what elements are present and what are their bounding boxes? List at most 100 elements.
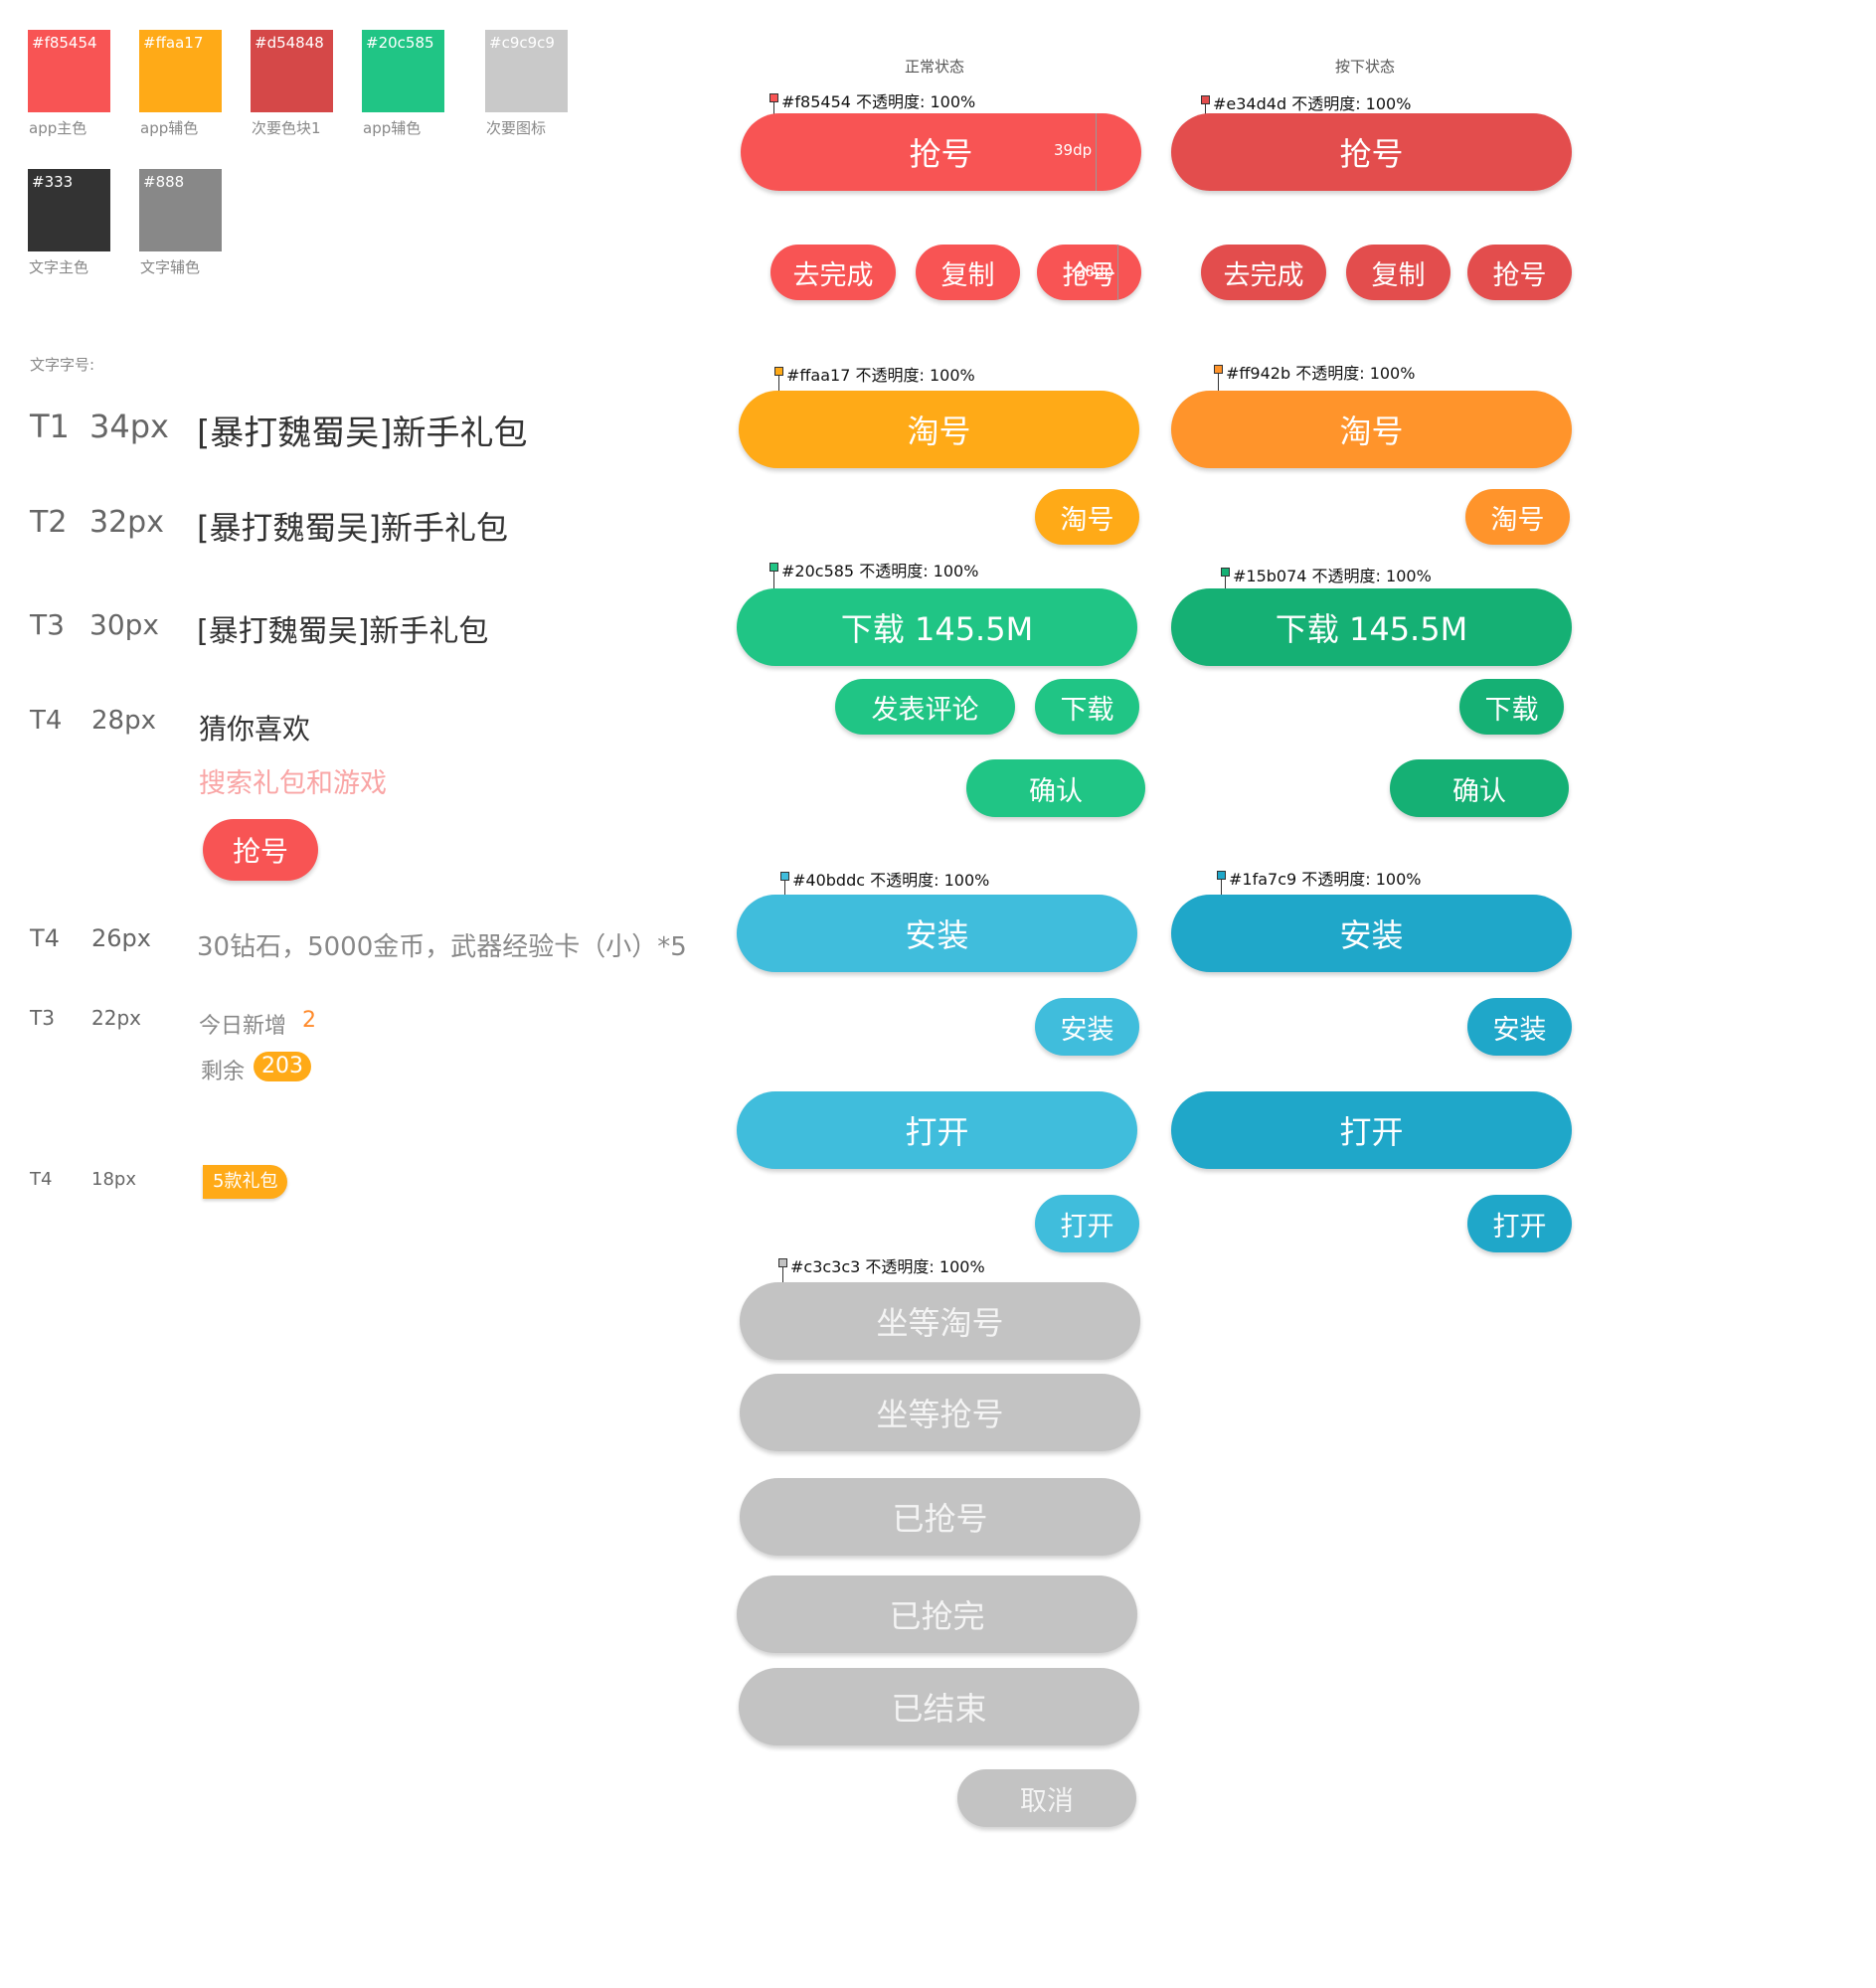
t3b-level: T3 <box>30 1006 55 1030</box>
grab-button-pressed[interactable]: 抢号 <box>1171 113 1572 191</box>
t4-size: 28px <box>91 706 156 736</box>
swatch-caption: app主色 <box>29 119 87 137</box>
open-button-pressed[interactable]: 打开 <box>1171 1091 1572 1169</box>
height-measure <box>1096 113 1097 191</box>
download-size-button[interactable]: 下载 145.5M <box>737 588 1137 666</box>
download-button-pressed[interactable]: 下载 <box>1459 679 1564 735</box>
reward-text: 30钻石，5000金币，武器经验卡（小）*5 <box>197 932 687 962</box>
copy-button-pressed[interactable]: 复制 <box>1346 245 1450 300</box>
t2-sample: [暴打魏蜀吴]新手礼包 <box>197 509 508 547</box>
t4c-level: T4 <box>30 1169 53 1190</box>
comment-button[interactable]: 发表评论 <box>835 679 1015 735</box>
copy-button[interactable]: 复制 <box>916 245 1020 300</box>
install-small-button-pressed[interactable]: 安装 <box>1467 998 1572 1056</box>
swatch-caption: 次要色块1 <box>252 119 321 137</box>
height-label: 28dp <box>1076 262 1114 280</box>
today-new-label: 今日新增 <box>199 1014 287 1039</box>
go-finish-button[interactable]: 去完成 <box>770 245 896 300</box>
open-small-button[interactable]: 打开 <box>1035 1195 1139 1252</box>
color-pin-icon <box>1214 365 1223 374</box>
green-pressed-annotation: #15b074 不透明度: 100% <box>1233 567 1432 585</box>
swatch-hex: #f85454 <box>32 34 97 52</box>
grab-small-button-pressed[interactable]: 抢号 <box>1467 245 1572 300</box>
t2-size: 32px <box>89 505 164 540</box>
t4b-level: T4 <box>30 924 60 952</box>
color-pin-icon <box>769 93 778 102</box>
sold-out-button[interactable]: 已抢完 <box>737 1575 1137 1653</box>
swatch-hex: #888 <box>143 173 185 191</box>
wait-grab-button[interactable]: 坐等抢号 <box>740 1374 1140 1451</box>
orange-pressed-annotation: #ff942b 不透明度: 100% <box>1226 364 1416 383</box>
install-button-pressed[interactable]: 安装 <box>1171 895 1572 972</box>
confirm-button[interactable]: 确认 <box>966 759 1145 817</box>
swatch-secondary: #ffaa17 app辅色 <box>139 30 222 137</box>
color-pin-icon <box>780 872 789 881</box>
t1-sample: [暴打魏蜀吴]新手礼包 <box>197 414 528 453</box>
open-button[interactable]: 打开 <box>737 1091 1137 1169</box>
swatch-icon-gray: #c9c9c9 次要图标 <box>485 30 568 137</box>
red-annotation: #f85454 不透明度: 100% <box>781 92 976 111</box>
t3-sample: [暴打魏蜀吴]新手礼包 <box>197 614 489 649</box>
download-size-button-pressed[interactable]: 下载 145.5M <box>1171 588 1572 666</box>
blue-annotation: #40bddc 不透明度: 100% <box>792 871 990 890</box>
open-small-button-pressed[interactable]: 打开 <box>1467 1195 1572 1252</box>
gift-count-badge: 5款礼包 <box>203 1165 288 1199</box>
swatch-hex: #333 <box>32 173 74 191</box>
swatch-hex: #ffaa17 <box>143 34 204 52</box>
red-pressed-annotation: #e34d4d 不透明度: 100% <box>1213 94 1412 113</box>
color-pin-icon <box>774 367 783 376</box>
cancel-button[interactable]: 取消 <box>957 1769 1136 1827</box>
swatch-caption: 文字主色 <box>29 258 89 276</box>
typography-heading: 文字字号: <box>30 356 95 374</box>
remain-count-badge: 203 <box>254 1052 311 1081</box>
go-finish-button-pressed[interactable]: 去完成 <box>1201 245 1326 300</box>
ended-button[interactable]: 已结束 <box>739 1668 1139 1745</box>
color-pin-icon <box>1201 95 1210 104</box>
swatch-text-primary: #333 文字主色 <box>28 169 110 276</box>
t3b-size: 22px <box>91 1006 141 1030</box>
swatch-hex: #d54848 <box>255 34 324 52</box>
swatch-text-secondary: #888 文字辅色 <box>139 169 222 276</box>
t2-level: T2 <box>30 505 68 540</box>
height-measure <box>1117 245 1118 300</box>
swatch-caption: 次要图标 <box>486 119 547 137</box>
tao-button-pressed[interactable]: 淘号 <box>1171 391 1572 468</box>
install-small-button[interactable]: 安装 <box>1035 998 1139 1056</box>
swatch-hex: #20c585 <box>366 34 434 52</box>
grab-button-sample[interactable]: 抢号 <box>203 819 318 881</box>
remain-label: 剩余 <box>201 1060 246 1084</box>
color-pin-icon <box>1217 871 1226 880</box>
swatch-green: #20c585 app辅色 <box>362 30 444 137</box>
swatch-block: #d54848 次要色块1 <box>251 30 333 137</box>
t1-level: T1 <box>30 408 70 445</box>
today-new-count: 2 <box>302 1008 316 1033</box>
swatch-primary: #f85454 app主色 <box>28 30 110 137</box>
t3-size: 30px <box>89 608 159 641</box>
color-pin-icon <box>778 1258 787 1267</box>
blue-pressed-annotation: #1fa7c9 不透明度: 100% <box>1229 870 1422 889</box>
green-annotation: #20c585 不透明度: 100% <box>781 562 979 580</box>
height-label: 39dp <box>1054 141 1093 159</box>
swatch-hex: #c9c9c9 <box>489 34 555 52</box>
wait-tao-button[interactable]: 坐等淘号 <box>740 1282 1140 1360</box>
t4-sample: 猜你喜欢 <box>199 713 311 746</box>
gray-annotation: #c3c3c3 不透明度: 100% <box>790 1257 985 1276</box>
t4-level: T4 <box>30 706 63 736</box>
normal-state-header: 正常状态 <box>905 58 965 76</box>
download-button[interactable]: 下载 <box>1035 679 1139 735</box>
t4b-size: 26px <box>91 924 151 952</box>
swatch-caption: 文字辅色 <box>140 258 201 276</box>
confirm-button-pressed[interactable]: 确认 <box>1390 759 1569 817</box>
t1-size: 34px <box>89 408 169 445</box>
swatch-caption: app辅色 <box>140 119 199 137</box>
install-button[interactable]: 安装 <box>737 895 1137 972</box>
t3-level: T3 <box>30 608 65 641</box>
search-placeholder: 搜索礼包和游戏 <box>199 768 387 799</box>
orange-annotation: #ffaa17 不透明度: 100% <box>786 366 975 385</box>
tao-button[interactable]: 淘号 <box>739 391 1139 468</box>
tao-small-button-pressed[interactable]: 淘号 <box>1465 489 1570 545</box>
pressed-state-header: 按下状态 <box>1335 58 1396 76</box>
tao-small-button[interactable]: 淘号 <box>1035 489 1139 545</box>
grabbed-button[interactable]: 已抢号 <box>740 1478 1140 1556</box>
t4c-size: 18px <box>91 1169 136 1190</box>
